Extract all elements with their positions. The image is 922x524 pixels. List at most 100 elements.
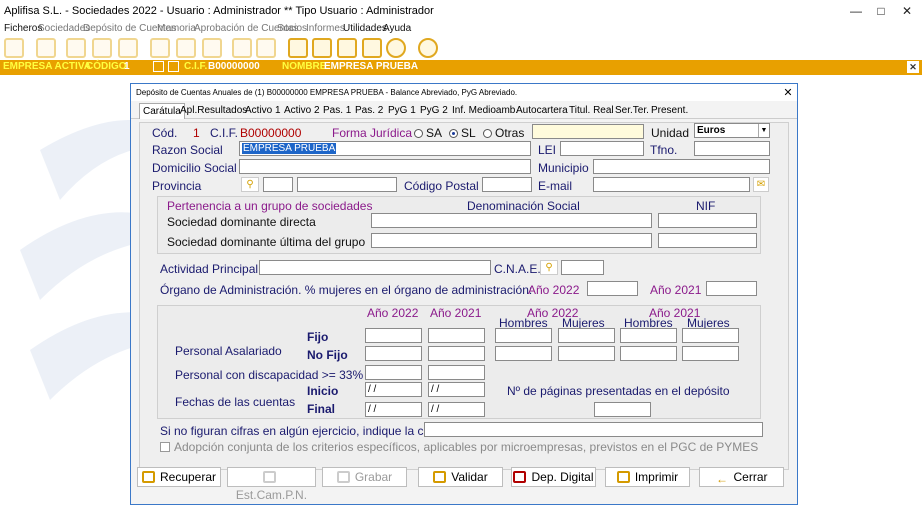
razon-social-input[interactable]: EMPRESA PRUEBA (239, 141, 531, 156)
final-2022-input[interactable]: / / (365, 402, 422, 417)
calendar-icon[interactable] (288, 38, 308, 58)
empresa-close-icon[interactable]: ✕ (907, 61, 919, 73)
tab-activo-1[interactable]: Activo 1 (245, 105, 281, 116)
cnae-input[interactable] (561, 260, 604, 275)
maximize-icon[interactable]: □ (871, 4, 891, 18)
cnae-search-icon[interactable]: ⚲ (540, 260, 558, 275)
codigo-postal-input[interactable] (482, 177, 532, 192)
est-cam-pn-button[interactable]: Est.Cam.P.N. (227, 467, 316, 502)
actividad-input[interactable] (259, 260, 491, 275)
organo-ano2021-input[interactable] (706, 281, 757, 296)
tab-titul-real[interactable]: Titul. Real (569, 105, 614, 116)
tab-caratula[interactable]: Carátula (139, 103, 185, 119)
provincia-code-input[interactable] (263, 177, 293, 192)
empresa-activa-bar: EMPRESA ACTIVA CÓDIGO 1 C.I.F. B00000000… (0, 60, 922, 75)
tab-autocartera[interactable]: Autocartera (516, 105, 568, 116)
nofijo-m2022-input[interactable] (558, 346, 615, 361)
toolbar-icon-6[interactable] (150, 38, 170, 58)
forma-sa-radio[interactable] (414, 129, 423, 138)
recuperar-button[interactable]: Recuperar (137, 467, 221, 487)
nofijo-2022-input[interactable] (365, 346, 422, 361)
lock-icon[interactable] (168, 61, 179, 72)
validar-button[interactable]: Validar (418, 467, 503, 487)
inicio-2022-input[interactable]: / / (365, 382, 422, 397)
toolbar-icon-10[interactable] (256, 38, 276, 58)
tfno-input[interactable] (694, 141, 770, 156)
window-titlebar: Aplifisa S.L. - Sociedades 2022 - Usuari… (0, 0, 922, 22)
dominante-ultima-nif-input[interactable] (658, 233, 757, 248)
tab-ser-ter[interactable]: Ser.Ter. (615, 105, 649, 116)
final-2021-input[interactable]: / / (428, 402, 485, 417)
nofijo-2021-input[interactable] (428, 346, 485, 361)
tab-apl-resultados[interactable]: Apl.Resultados (180, 105, 247, 116)
domicilio-input[interactable] (239, 159, 531, 174)
fijo-2022-input[interactable] (365, 328, 422, 343)
menu-socios[interactable]: Socios (277, 23, 307, 34)
provincia-name-input[interactable] (297, 177, 397, 192)
dep-digital-button[interactable]: Dep. Digital (511, 467, 596, 487)
imprimir-button[interactable]: Imprimir (605, 467, 690, 487)
fechas-label: Fechas de las cuentas (175, 395, 296, 409)
toolbar-icon-2[interactable] (36, 38, 56, 58)
tab-activo-2[interactable]: Activo 2 (284, 105, 320, 116)
tab-pas-2[interactable]: Pas. 2 (355, 105, 383, 116)
adopcion-checkbox[interactable] (160, 442, 170, 452)
cerrar-button[interactable]: ← Cerrar (699, 467, 784, 487)
help-icon[interactable] (386, 38, 406, 58)
search-icon[interactable] (153, 61, 164, 72)
fijo-2021-input[interactable] (428, 328, 485, 343)
chevron-down-icon[interactable]: ▼ (758, 124, 769, 137)
nofijo-m2021-input[interactable] (682, 346, 739, 361)
menu-informes[interactable]: Informes (306, 23, 345, 34)
municipio-input[interactable] (593, 159, 770, 174)
toolbar-icon-8[interactable] (202, 38, 222, 58)
toolbar-icon-9[interactable] (232, 38, 252, 58)
provincia-search-icon[interactable]: ⚲ (241, 177, 259, 192)
menu-ayuda[interactable]: Ayuda (383, 23, 411, 34)
calculator-icon[interactable] (337, 38, 357, 58)
toolbar-icon-4[interactable] (92, 38, 112, 58)
grabar-button[interactable]: Grabar (322, 467, 407, 487)
email-send-icon[interactable]: ✉ (753, 177, 769, 192)
discap-2021-input[interactable] (428, 365, 485, 380)
tab-pas-1[interactable]: Pas. 1 (323, 105, 351, 116)
discap-2022-input[interactable] (365, 365, 422, 380)
forma-otras-radio[interactable] (483, 129, 492, 138)
forma-sl-radio[interactable] (449, 129, 458, 138)
nofijo-h2022-input[interactable] (495, 346, 552, 361)
toolbar-icon-1[interactable] (4, 38, 24, 58)
nofijo-h2021-input[interactable] (620, 346, 677, 361)
fijo-m2021-input[interactable] (682, 328, 739, 343)
menu-ficheros[interactable]: Ficheros (4, 23, 42, 34)
dialog-close-icon[interactable]: ✕ (781, 86, 795, 99)
edit-icon[interactable] (312, 38, 332, 58)
toolbar-icon-3[interactable] (66, 38, 86, 58)
menu-utilidades[interactable]: Utilidades (343, 23, 387, 34)
minimize-icon[interactable]: — (846, 4, 866, 18)
toolbar-icon-7[interactable] (176, 38, 196, 58)
menu-memoria[interactable]: Memoria (157, 23, 196, 34)
fijo-m2022-input[interactable] (558, 328, 615, 343)
power-icon[interactable] (418, 38, 438, 58)
unidad-select[interactable]: Euros ▼ (694, 123, 770, 138)
toolbar-icon-5[interactable] (118, 38, 138, 58)
folder-icon[interactable] (362, 38, 382, 58)
forma-otras-input[interactable] (532, 124, 644, 139)
tab-present[interactable]: Present. (651, 105, 688, 116)
causa-input[interactable] (424, 422, 763, 437)
organo-ano2022-input[interactable] (587, 281, 638, 296)
close-icon[interactable]: ✕ (897, 4, 917, 18)
tab-inf-medioamb[interactable]: Inf. Medioamb. (452, 105, 518, 116)
dominante-ultima-input[interactable] (371, 233, 652, 248)
arrow-left-icon: ← (715, 472, 728, 486)
dominante-directa-input[interactable] (371, 213, 652, 228)
fijo-h2022-input[interactable] (495, 328, 552, 343)
tab-pyg-1[interactable]: PyG 1 (388, 105, 416, 116)
tab-pyg-2[interactable]: PyG 2 (420, 105, 448, 116)
fijo-h2021-input[interactable] (620, 328, 677, 343)
lei-input[interactable] (560, 141, 644, 156)
paginas-input[interactable] (594, 402, 651, 417)
email-input[interactable] (593, 177, 750, 192)
inicio-2021-input[interactable]: / / (428, 382, 485, 397)
dominante-directa-nif-input[interactable] (658, 213, 757, 228)
